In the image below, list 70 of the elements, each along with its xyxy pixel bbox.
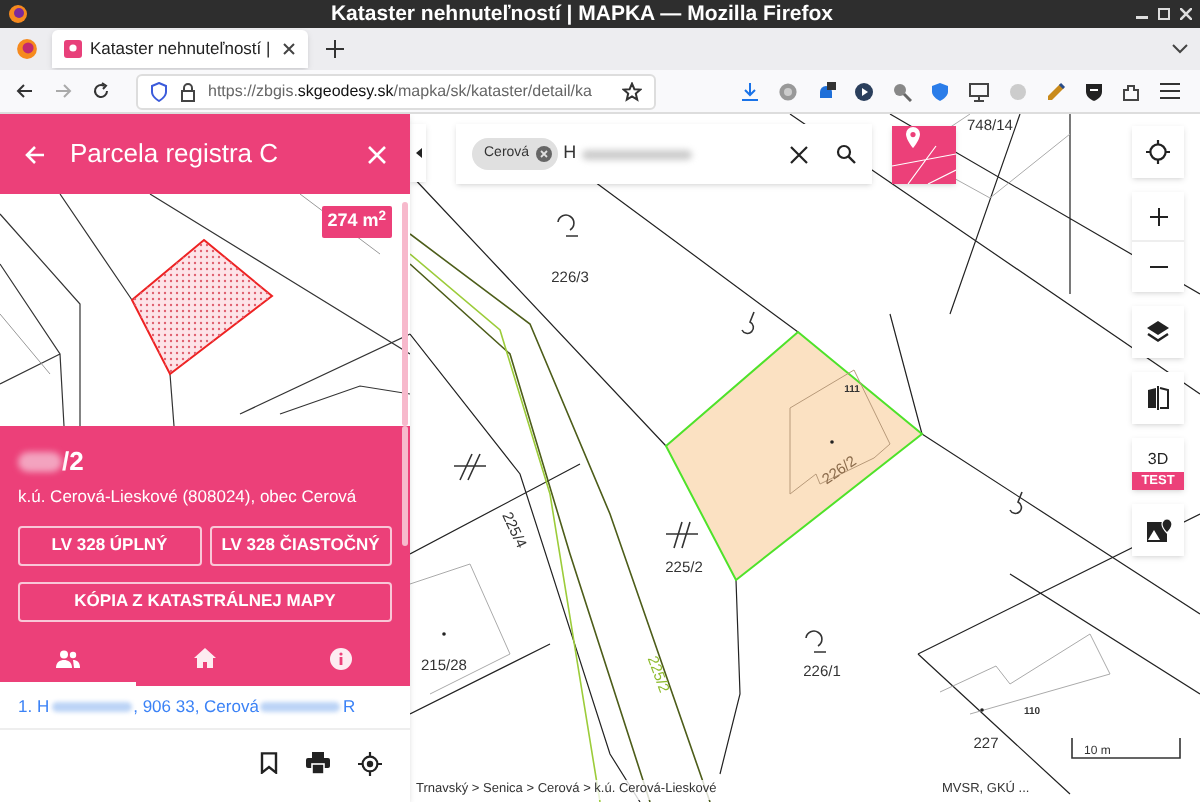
owner-link[interactable]: 1. H , 906 33, Cerová R xyxy=(18,694,356,720)
panel-title: Parcela registra C xyxy=(70,136,281,173)
locate-icon[interactable] xyxy=(358,751,382,775)
road-symbol xyxy=(665,521,699,549)
address-bar[interactable]: https://zbgis.skgeodesy.sk/mapka/sk/kataster/detail/ka xyxy=(136,73,656,109)
locate-button[interactable] xyxy=(1132,126,1184,178)
maximize-icon[interactable] xyxy=(1158,8,1170,20)
lock-icon xyxy=(180,81,196,101)
image-pin-icon xyxy=(1145,517,1171,543)
chevron-down-icon[interactable] xyxy=(1172,44,1188,54)
garden-symbol xyxy=(1009,491,1023,515)
layers-button[interactable] xyxy=(1132,306,1184,358)
monitor-icon[interactable] xyxy=(968,81,990,101)
action-button[interactable]: LV 328 ÚPLNÝ xyxy=(18,525,201,566)
bookmark-icon[interactable] xyxy=(260,752,278,774)
circle-icon[interactable] xyxy=(854,81,874,101)
action-button[interactable]: KÓPIA Z KATASTRÁLNEJ MAPY xyxy=(18,581,392,622)
layers-icon xyxy=(1146,320,1170,344)
plus-icon[interactable] xyxy=(325,40,343,58)
plus-icon xyxy=(1149,207,1167,225)
firefox-icon xyxy=(8,4,28,24)
point-mark xyxy=(442,632,446,636)
url-text: https://zbgis.skgeodesy.sk/mapka/sk/kataster/detail/ka xyxy=(208,79,594,103)
cadastre-layer-button[interactable] xyxy=(892,126,956,184)
scale-bar xyxy=(1071,737,1181,759)
reload-icon[interactable] xyxy=(92,82,110,100)
zoom-in-button[interactable] xyxy=(1132,192,1184,242)
mask-icon[interactable] xyxy=(1084,81,1104,101)
road-symbol xyxy=(453,453,487,481)
grass-symbol xyxy=(805,630,827,653)
home-icon xyxy=(193,648,216,668)
grass-symbol xyxy=(557,214,579,237)
caret-icon xyxy=(415,148,421,158)
extensions-icon[interactable] xyxy=(1122,81,1142,101)
split-map-icon xyxy=(1146,386,1170,410)
area-badge: 274 m$^{2}$ xyxy=(321,206,392,237)
globe-icon[interactable] xyxy=(778,81,798,101)
people-icon xyxy=(56,649,81,667)
star-icon[interactable] xyxy=(622,81,642,101)
shield-icon xyxy=(150,81,168,101)
browser-tab[interactable]: Kataster nehnuteľností | xyxy=(52,30,308,68)
back-icon[interactable] xyxy=(16,82,34,100)
redacted-mark xyxy=(582,149,693,159)
print-icon[interactable] xyxy=(306,752,330,774)
remove-icon[interactable] xyxy=(535,146,552,162)
point-mark xyxy=(980,708,984,712)
clear-icon[interactable] xyxy=(790,145,808,163)
menu-icon[interactable] xyxy=(1160,82,1180,100)
close-icon[interactable] xyxy=(282,42,296,56)
firefox-icon[interactable] xyxy=(15,38,37,60)
magnifier-icon[interactable] xyxy=(892,81,912,101)
point-mark xyxy=(830,440,834,444)
action-button[interactable]: LV 328 ČIASTOČNÝ xyxy=(209,525,392,566)
collapse-panel-button[interactable] xyxy=(410,124,426,182)
garden-symbol xyxy=(741,311,755,335)
download-icon[interactable] xyxy=(740,81,760,101)
map-pin-icon xyxy=(64,40,82,58)
crosshair-icon xyxy=(1146,140,1170,164)
compare-button[interactable] xyxy=(1132,372,1184,424)
search-text: H xyxy=(563,140,577,167)
photo-map-button[interactable] xyxy=(1132,504,1184,556)
redacted-mark xyxy=(18,452,62,472)
parcel-number: /2 xyxy=(62,444,84,481)
parcel-location: k.ú. Cerová-Lieskové (808024), obec Cerová xyxy=(18,484,359,510)
info-icon xyxy=(330,647,353,669)
search-icon[interactable] xyxy=(836,144,856,164)
tab-title: Kataster nehnuteľností | xyxy=(90,36,273,62)
shield-icon[interactable] xyxy=(930,81,950,101)
window-title: Kataster nehnuteľností | MAPKA — Mozilla Firefox xyxy=(328,3,836,25)
pencil-icon[interactable] xyxy=(1046,81,1066,101)
